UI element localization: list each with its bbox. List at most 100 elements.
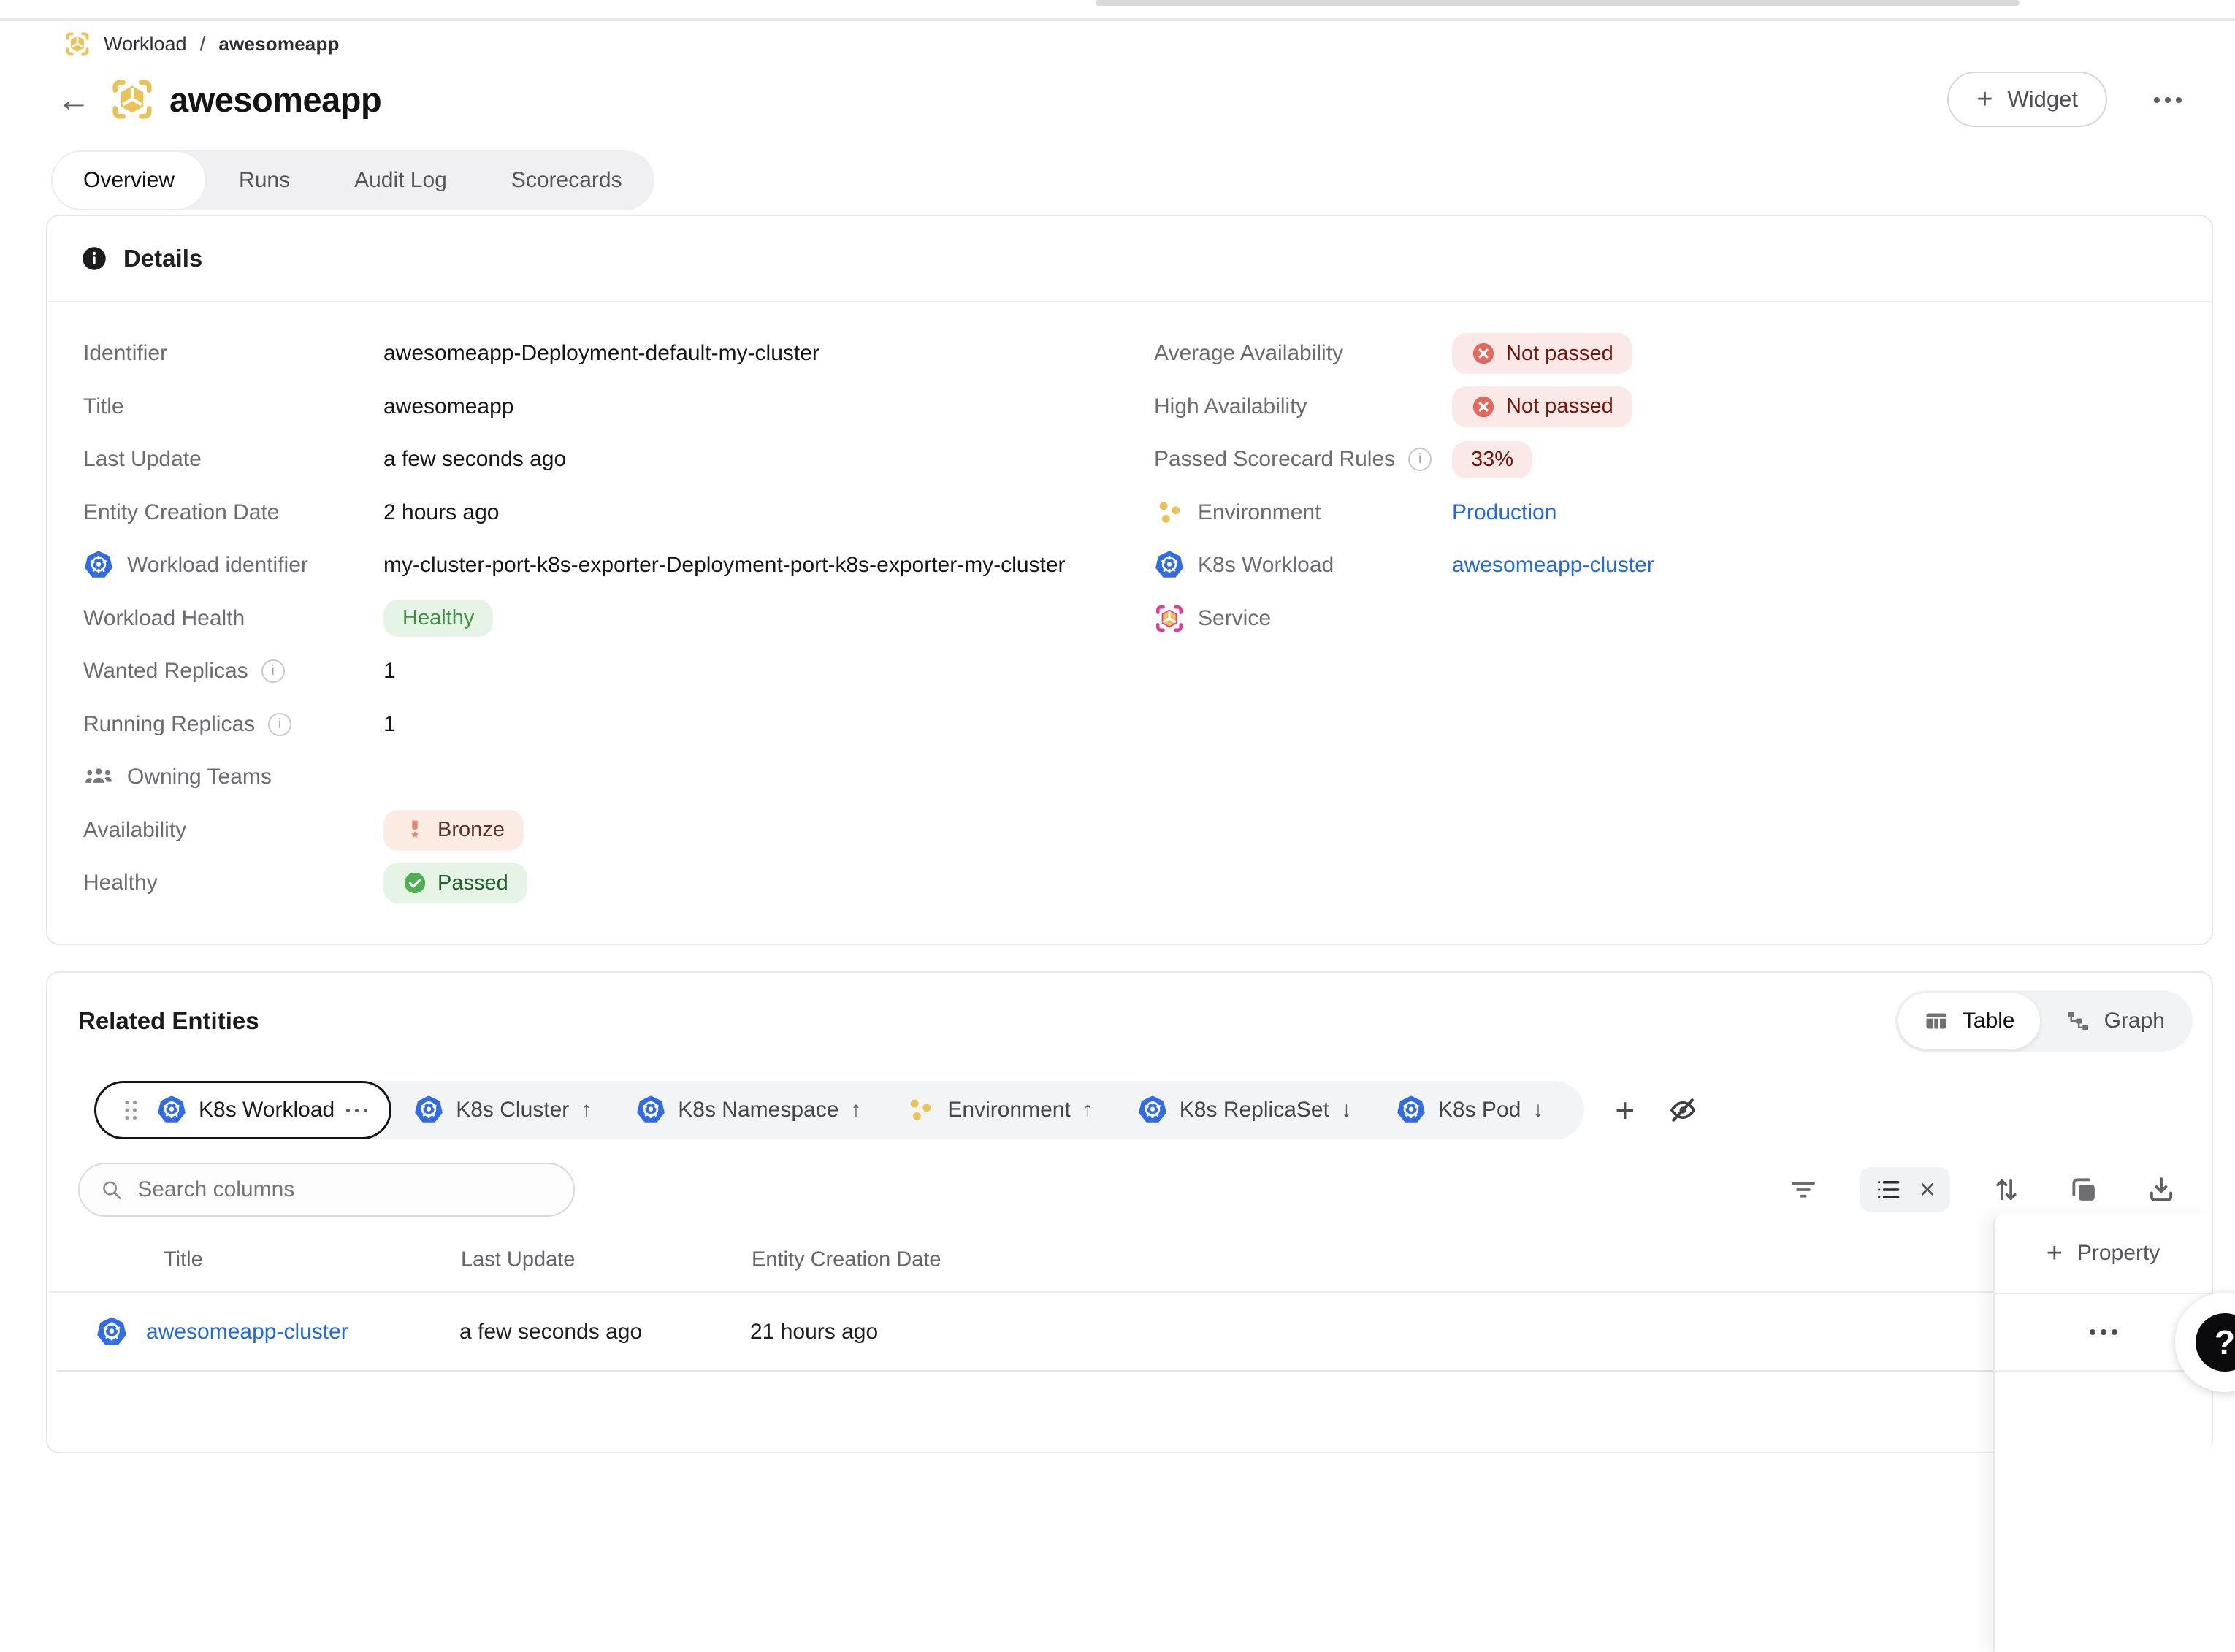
arrow-up-icon: ↑	[850, 1098, 861, 1123]
field-label: Running Replicas	[83, 712, 255, 737]
field-wanted-replicas: Wanted Replicas i 1	[83, 645, 1154, 698]
search-columns-input[interactable]	[137, 1177, 553, 1202]
row-more-menu-button[interactable]	[2084, 1323, 2123, 1341]
add-widget-button[interactable]: + Widget	[1947, 72, 2107, 127]
question-mark-icon: ?	[2196, 1313, 2235, 1372]
not-passed-badge: Not passed	[1452, 386, 1632, 427]
info-icon[interactable]: i	[261, 659, 285, 683]
kubernetes-icon	[96, 1316, 128, 1348]
info-icon[interactable]: i	[268, 713, 291, 736]
field-value: awesomeapp	[383, 394, 513, 419]
arrow-down-icon: ↓	[1341, 1098, 1352, 1123]
table-tools: ×	[1782, 1167, 2182, 1212]
toggle-table-view[interactable]: Table	[1898, 993, 2040, 1049]
field-value: my-cluster-port-k8s-exporter-Deployment-…	[383, 553, 1066, 578]
field-label: Service	[1198, 606, 1271, 631]
pill-k8s-cluster[interactable]: K8s Cluster ↑	[391, 1081, 614, 1139]
field-label: Last Update	[83, 447, 202, 472]
teams-icon	[83, 762, 114, 792]
back-button[interactable]: ←	[57, 83, 91, 116]
field-label: Environment	[1198, 500, 1321, 525]
pill-k8s-replicaset[interactable]: K8s ReplicaSet ↓	[1115, 1081, 1374, 1139]
more-horizontal-icon	[2090, 1329, 2117, 1335]
eye-slash-icon	[1667, 1094, 1699, 1126]
row-title-link[interactable]: awesomeapp-cluster	[146, 1320, 348, 1345]
kubernetes-icon	[1396, 1095, 1426, 1125]
field-service: Service	[1154, 592, 2178, 646]
filter-button[interactable]	[1782, 1169, 1825, 1211]
field-k8s-workload: K8s Workload awesomeapp-cluster	[1154, 539, 2178, 592]
details-card-header: Details	[47, 216, 2212, 302]
field-label: K8s Workload	[1198, 553, 1334, 578]
field-label: Wanted Replicas	[83, 659, 248, 684]
field-availability: Availability Bronze	[83, 804, 1154, 857]
list-icon	[1874, 1176, 1902, 1204]
download-icon	[2146, 1174, 2177, 1205]
kubernetes-icon	[1154, 550, 1185, 581]
field-passed-scorecard-rules: Passed Scorecard Rules i 33%	[1154, 433, 2178, 486]
sort-button[interactable]	[1985, 1169, 2028, 1211]
field-label: Title	[83, 394, 124, 419]
filter-icon	[1788, 1174, 1819, 1205]
details-right-column: Average Availability Not passed High Ava…	[1154, 327, 2178, 910]
copy-button[interactable]	[2063, 1169, 2105, 1211]
environment-link[interactable]: Production	[1452, 500, 1556, 525]
not-passed-badge: Not passed	[1452, 333, 1632, 374]
toggle-graph-view[interactable]: Graph	[2040, 993, 2190, 1049]
info-icon	[81, 245, 107, 272]
field-title: Title awesomeapp	[83, 381, 1154, 434]
pill-environment[interactable]: Environment ↑	[883, 1081, 1115, 1139]
medal-icon	[402, 818, 427, 843]
clear-group-button[interactable]: ×	[1919, 1179, 1936, 1201]
field-owning-teams: Owning Teams	[83, 751, 1154, 804]
details-title: Details	[123, 245, 202, 272]
copy-icon	[2068, 1174, 2099, 1205]
info-icon[interactable]: i	[1408, 448, 1432, 471]
tab-scorecards[interactable]: Scorecards	[479, 150, 654, 210]
field-label: Average Availability	[1154, 341, 1343, 366]
field-healthy: Healthy Passed	[83, 857, 1154, 910]
drag-handle-icon[interactable]	[118, 1097, 145, 1123]
k8s-workload-link[interactable]: awesomeapp-cluster	[1452, 553, 1654, 578]
hide-relations-button[interactable]	[1661, 1088, 1705, 1132]
field-label: Owning Teams	[127, 765, 272, 789]
pill-k8s-namespace[interactable]: K8s Namespace ↑	[614, 1081, 883, 1139]
field-label: Workload Health	[83, 606, 245, 631]
field-label: Workload identifier	[127, 553, 308, 578]
environment-icon	[905, 1095, 936, 1125]
table-header-row: Title Last Update Entity Creation Date	[49, 1228, 1993, 1293]
more-horizontal-icon[interactable]	[346, 1109, 367, 1112]
graph-icon	[2065, 1008, 2091, 1034]
column-header-entity-creation-date[interactable]: Entity Creation Date	[752, 1248, 941, 1272]
page-more-menu-button[interactable]	[2147, 87, 2189, 112]
tab-audit-log[interactable]: Audit Log	[322, 150, 479, 210]
check-circle-icon	[402, 871, 427, 895]
kubernetes-icon	[1137, 1095, 1168, 1125]
header-actions: + Widget	[1947, 72, 2189, 127]
download-button[interactable]	[2140, 1169, 2182, 1211]
details-card: Details Identifier awesomeapp-Deployment…	[46, 215, 2213, 945]
field-label: Entity Creation Date	[83, 500, 279, 525]
add-widget-label: Widget	[2008, 86, 2078, 112]
pill-k8s-workload[interactable]: K8s Workload	[94, 1081, 391, 1139]
field-entity-creation-date: Entity Creation Date 2 hours ago	[83, 486, 1154, 540]
related-entities-title: Related Entities	[78, 1007, 259, 1035]
table-row[interactable]: awesomeapp-cluster a few seconds ago 21 …	[56, 1294, 1993, 1372]
column-header-title[interactable]: Title	[164, 1248, 203, 1272]
details-left-column: Identifier awesomeapp-Deployment-default…	[83, 327, 1154, 910]
tab-overview[interactable]: Overview	[51, 150, 207, 210]
breadcrumb-root[interactable]: Workload	[104, 33, 187, 56]
add-property-button[interactable]: + Property	[1995, 1214, 2212, 1294]
horizontal-scrollbar-thumb[interactable]	[1096, 0, 2020, 6]
tab-runs[interactable]: Runs	[207, 150, 322, 210]
add-relation-button[interactable]: +	[1609, 1087, 1640, 1133]
field-label: Healthy	[83, 871, 158, 895]
page-title: awesomeapp	[169, 80, 381, 120]
list-view-button[interactable]	[1874, 1176, 1902, 1204]
x-circle-icon	[1471, 341, 1496, 366]
arrow-down-icon: ↓	[1532, 1098, 1543, 1123]
search-box	[78, 1163, 575, 1217]
row-last-update: a few seconds ago	[459, 1320, 642, 1345]
pill-k8s-pod[interactable]: K8s Pod ↓	[1374, 1081, 1565, 1139]
column-header-last-update[interactable]: Last Update	[461, 1248, 575, 1272]
